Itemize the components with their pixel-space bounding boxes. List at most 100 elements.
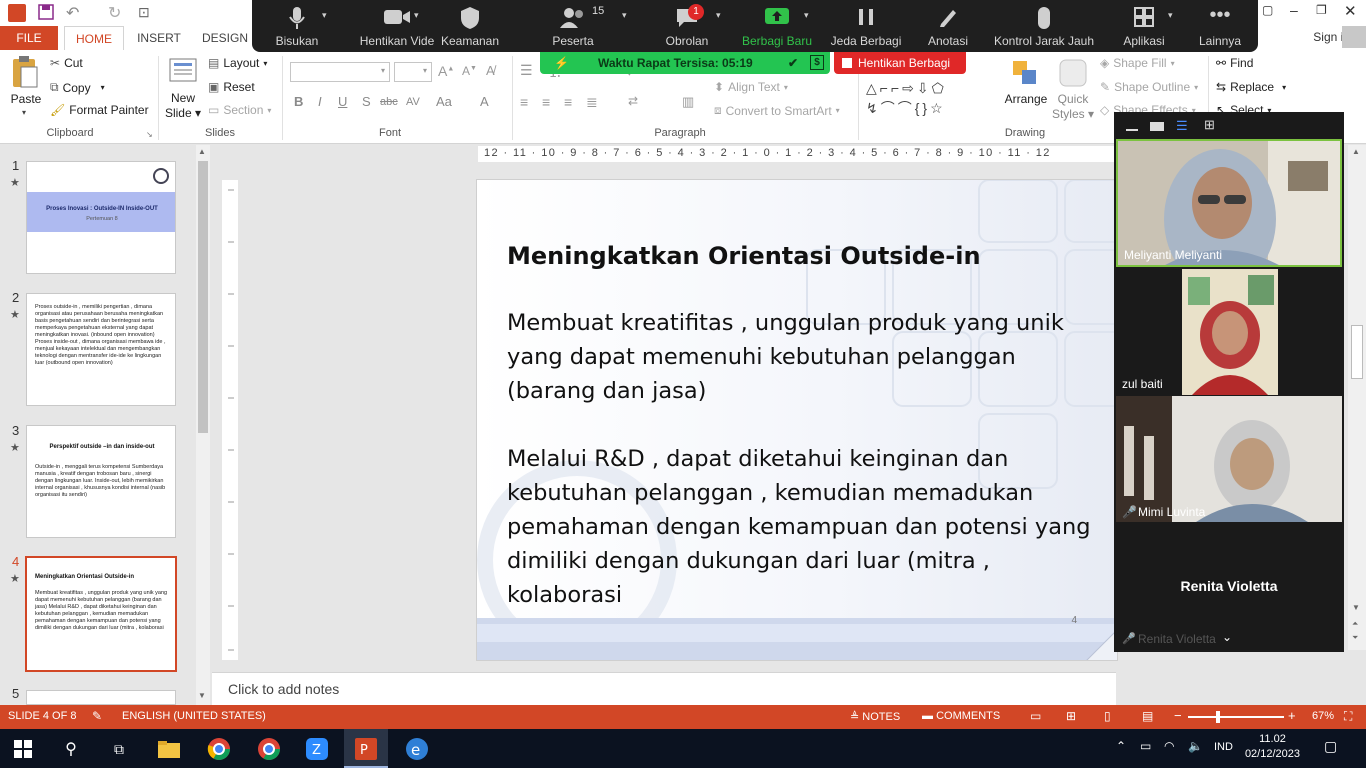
close-icon[interactable]: ✕ (1344, 2, 1357, 20)
slide-thumbnail-5[interactable] (26, 690, 176, 705)
wifi-icon[interactable]: ◠ (1164, 739, 1174, 753)
video-chevron-down-icon[interactable]: ▾ (414, 10, 419, 21)
system-clock[interactable]: 11.02 02/12/2023 (1245, 732, 1300, 762)
convert-smartart-button[interactable]: ⧈ Convert to SmartArt ▾ (714, 103, 840, 118)
slide-paragraph-2[interactable]: Melalui R&D , dapat diketahui keinginan … (507, 442, 1097, 612)
arrange-button[interactable]: Arrange (1000, 92, 1052, 107)
italic-button[interactable]: I (318, 94, 322, 109)
video-tile-2[interactable]: zul baiti (1116, 269, 1342, 395)
language-indicator[interactable]: ENGLISH (UNITED STATES) (122, 710, 266, 722)
new-share-button[interactable]: Berbagi Baru (736, 0, 818, 52)
paste-dropdown-icon[interactable]: ▾ (22, 108, 26, 117)
columns-icon[interactable]: ▥ (682, 94, 694, 110)
bullets-icon[interactable]: ☰ (520, 62, 533, 79)
justify-icon[interactable]: ≣ (586, 94, 598, 111)
layout-button[interactable]: ▤ Layout ▾ (208, 56, 267, 70)
powerpoint-taskbar-item[interactable]: P (344, 729, 388, 768)
apps-chevron-down-icon[interactable]: ▾ (1168, 10, 1173, 21)
dialog-launcher-icon[interactable]: ↘ (146, 130, 153, 139)
next-slide-icon[interactable]: ⏷ (1352, 633, 1358, 643)
mute-button[interactable]: Bisukan (262, 0, 332, 52)
stop-share-button[interactable]: Hentikan Berbagi (834, 52, 966, 74)
align-right-icon[interactable]: ≡ (564, 94, 572, 110)
zoom-slider[interactable] (1188, 711, 1284, 723)
slideshow-icon[interactable]: ▤ (1142, 709, 1153, 723)
copy-button[interactable]: ⧉ Copy ▾ (50, 80, 105, 95)
save-icon[interactable] (38, 4, 54, 20)
shape-outline-button[interactable]: ✎ Shape Outline ▾ (1100, 80, 1198, 94)
annotate-button[interactable]: Anotasi (918, 0, 978, 52)
more-button[interactable]: ••• Lainnya (1190, 0, 1250, 52)
redo-icon[interactable]: ↻ (108, 3, 121, 23)
paste-icon[interactable] (10, 56, 40, 90)
tab-design[interactable]: DESIGN (196, 26, 254, 50)
search-icon[interactable]: ⚲ (58, 736, 84, 762)
file-explorer-icon[interactable] (156, 736, 182, 762)
shape-fill-button[interactable]: ◈ Shape Fill ▾ (1100, 56, 1175, 70)
scroll-down-icon[interactable]: ▼ (1352, 603, 1360, 612)
scroll-down-icon[interactable]: ▼ (198, 691, 206, 700)
paste-button[interactable]: Paste (8, 92, 44, 107)
mute-chevron-down-icon[interactable]: ▾ (322, 10, 327, 21)
scrollbar-thumb[interactable] (198, 161, 208, 433)
cut-button[interactable]: ✂ Cut (50, 56, 83, 70)
grow-font-icon[interactable]: A▲ (438, 63, 454, 79)
notifications-icon[interactable]: ▢ (1324, 738, 1337, 755)
section-button[interactable]: ▭ Section ▾ (208, 103, 271, 117)
slide-sorter-icon[interactable]: ⊞ (1066, 709, 1076, 723)
chrome-profile-icon[interactable] (256, 736, 282, 762)
shapes-gallery[interactable]: △⌐⌐⇨⇩⬠ ↯⌒⌒{}☆ (866, 78, 996, 118)
video-tile-3[interactable]: Mimi Luvinta 🎤 (1116, 396, 1342, 522)
editor-scrollbar[interactable]: ▲ ▼ ⏶ ⏷ (1348, 145, 1366, 650)
fit-to-window-icon[interactable]: ⛶ (1344, 709, 1352, 724)
chat-button[interactable]: Obrolan (652, 0, 722, 52)
show-hidden-icons-icon[interactable]: ⌃ (1116, 739, 1126, 753)
find-button[interactable]: ⚯ Find (1216, 56, 1253, 70)
share-chevron-down-icon[interactable]: ▾ (804, 10, 809, 21)
present-icon[interactable]: ⊡ (138, 4, 150, 21)
task-view-icon[interactable]: ⧉ (106, 736, 132, 762)
format-painter-button[interactable]: 🖌 Format Painter (50, 103, 149, 117)
slide-thumbnail-3[interactable]: Perspektif outside –in dan inside-out Ou… (26, 425, 176, 538)
slide-paragraph-1[interactable]: Membuat kreatifitas , unggulan produk ya… (507, 306, 1097, 408)
shrink-font-icon[interactable]: A▼ (462, 64, 477, 78)
chat-chevron-down-icon[interactable]: ▾ (716, 10, 721, 21)
underline-button[interactable]: U (338, 94, 347, 109)
video-tile-1[interactable]: Meliyanti Meliyanti (1116, 139, 1342, 267)
strikethrough-button[interactable]: abc (380, 96, 398, 108)
new-slide-button[interactable]: New Slide ▾ (162, 91, 204, 121)
arrange-icon[interactable] (1010, 58, 1040, 88)
font-size-select[interactable]: ▾ (394, 62, 432, 82)
replace-button[interactable]: ⇆ Replace ▾ (1216, 80, 1286, 94)
slide-thumbnail-1[interactable]: Proses Inovasi : Outside-IN Inside-OUT P… (26, 161, 176, 274)
windows-start-icon[interactable] (10, 736, 36, 762)
gallery-view-icon[interactable]: ⊞ (1204, 118, 1215, 131)
slide-thumbnail-4[interactable]: Meningkatkan Orientasi Outside-in Membua… (25, 556, 177, 672)
scroll-up-icon[interactable]: ▲ (1352, 147, 1360, 156)
zoom-slider-thumb[interactable] (1216, 711, 1221, 723)
text-shadow-button[interactable]: S (362, 94, 371, 109)
zoom-in-icon[interactable]: + (1288, 708, 1296, 723)
security-button[interactable]: Keamanan (436, 0, 504, 52)
new-slide-icon[interactable] (168, 56, 198, 86)
previous-slide-icon[interactable]: ⏶ (1352, 619, 1358, 629)
edge-icon[interactable]: e (404, 736, 430, 762)
slide-thumbnail-2[interactable]: Proses outside-in , memiliki pengertian … (26, 293, 176, 406)
slide-canvas[interactable]: Meningkatkan Orientasi Outside-in Membua… (476, 179, 1118, 661)
notes-pane[interactable]: Click to add notes (212, 672, 1116, 705)
align-center-icon[interactable]: ≡ (542, 94, 550, 110)
zoom-level[interactable]: 67% (1312, 710, 1334, 722)
undo-icon[interactable]: ↶ (66, 3, 79, 23)
text-direction-icon[interactable]: ⇄ (628, 94, 638, 108)
notes-toggle[interactable]: ≜ NOTES (850, 710, 900, 723)
input-language[interactable]: IND (1214, 741, 1233, 753)
maximize-icon[interactable]: ❐ (1316, 3, 1327, 17)
quick-styles-button[interactable]: Quick Styles ▾ (1050, 92, 1096, 122)
speaker-view-icon[interactable]: ☰ (1176, 119, 1188, 132)
slide-title[interactable]: Meningkatkan Orientasi Outside-in (507, 242, 981, 270)
normal-view-icon[interactable]: ▭ (1030, 709, 1041, 723)
thumbnail-scrollbar[interactable]: ▲ ▼ (196, 145, 210, 705)
bold-button[interactable]: B (294, 94, 303, 109)
reading-view-icon[interactable]: ▯ (1104, 709, 1111, 723)
scrollbar-thumb[interactable] (1351, 325, 1363, 379)
